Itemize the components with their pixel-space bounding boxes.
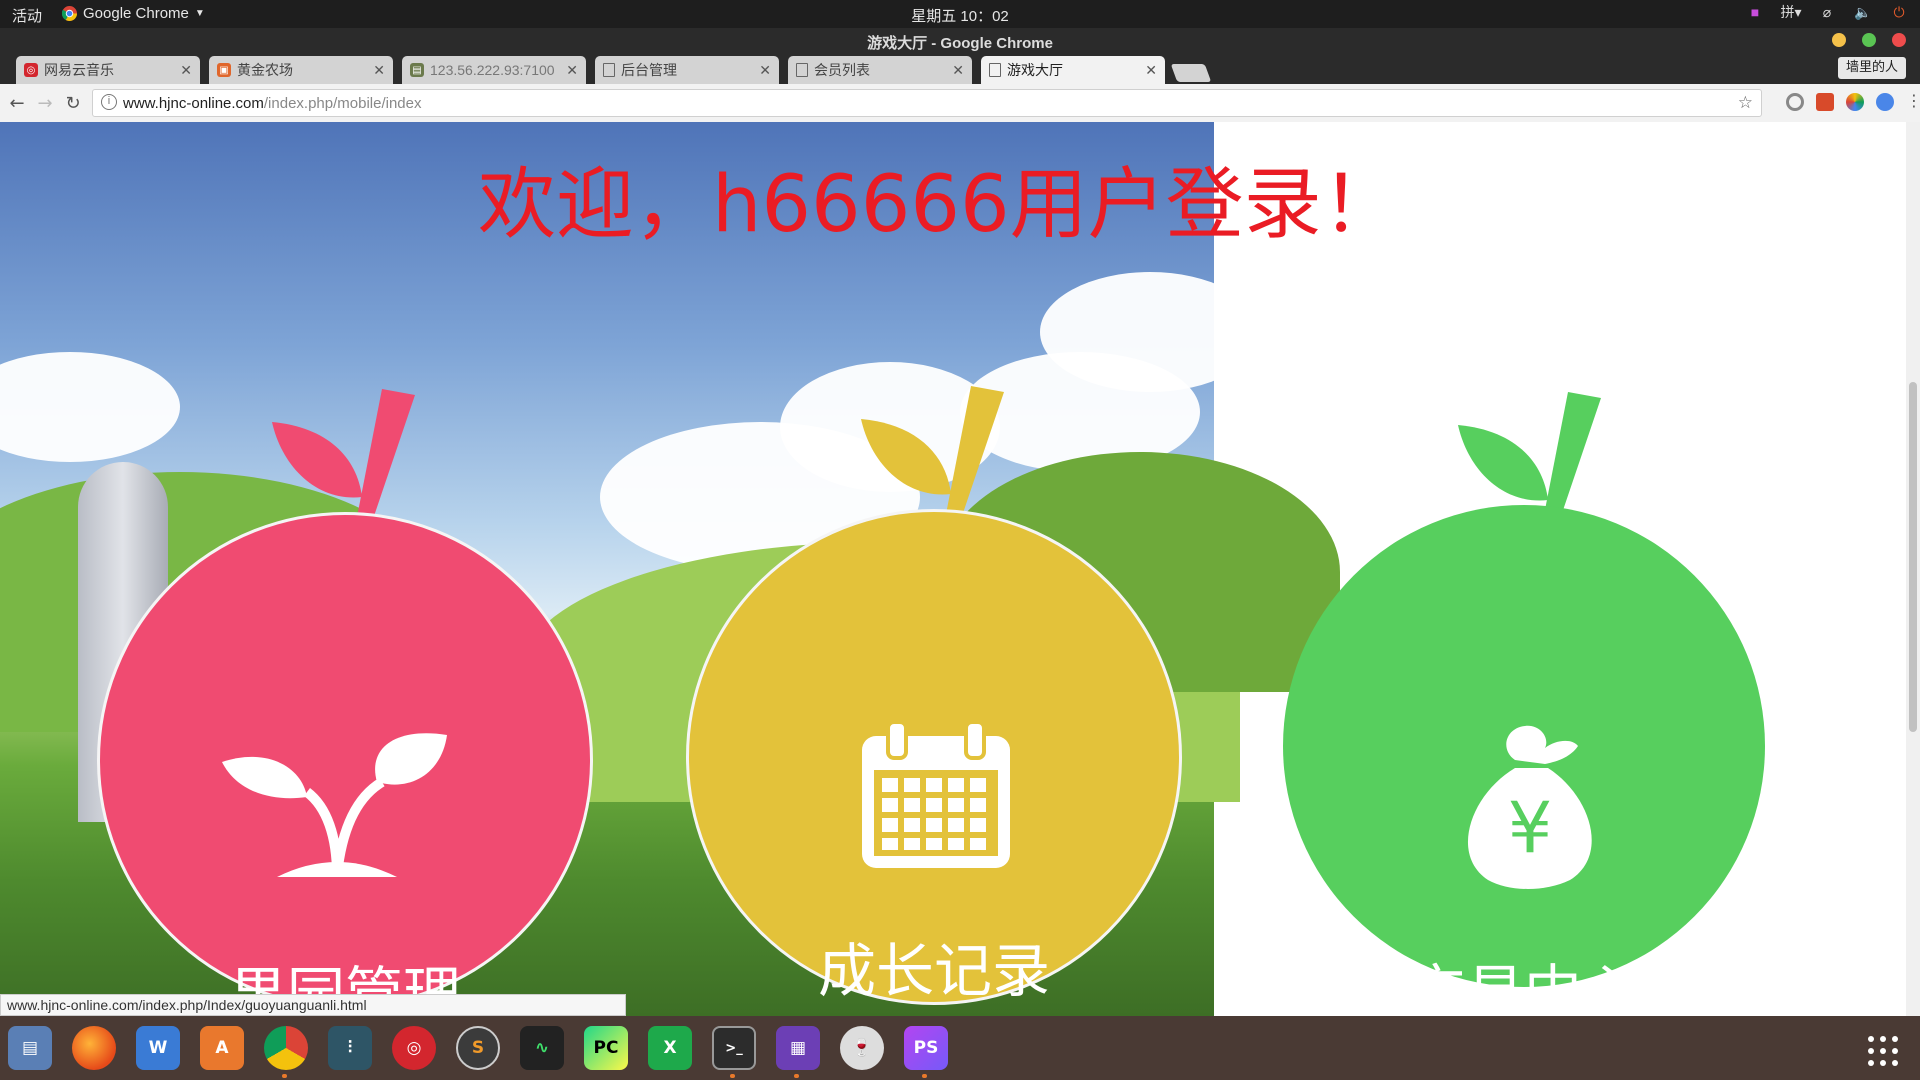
apple-stem-icon [272, 389, 415, 522]
page-scrollbar[interactable] [1906, 122, 1920, 1016]
terminal-icon[interactable]: >_ [712, 1026, 756, 1070]
tab-title: 黄金农场 [237, 62, 293, 78]
running-indicator [282, 1074, 287, 1078]
activities-button[interactable]: 活动 [12, 5, 42, 26]
tab[interactable]: ▤ 123.56.222.93:7100 ✕ [402, 56, 586, 84]
app-name: Google Chrome [83, 5, 189, 22]
close-tab-icon[interactable]: ✕ [759, 62, 771, 79]
input-method-indicator[interactable]: 拼 ▾ [1780, 3, 1801, 21]
caret-down-icon: ▼ [194, 8, 205, 19]
extension-office-icon[interactable] [1816, 93, 1834, 111]
forward-icon[interactable]: → [34, 92, 56, 114]
window-manager-icon[interactable]: ▦ [776, 1026, 820, 1070]
netease-music-icon: ◎ [24, 63, 38, 77]
mixer-icon[interactable]: ⫶ [328, 1026, 372, 1070]
profile-button[interactable]: 墙里的人 [1837, 57, 1906, 79]
url-text: www.hjnc-online.com/index.php/mobile/ind… [123, 95, 422, 112]
browser-toolbar: ← → ↻ i www.hjnc-online.com/index.php/mo… [0, 84, 1920, 123]
reload-icon[interactable]: ↻ [62, 92, 84, 114]
tab-title: 会员列表 [814, 62, 870, 78]
browser-header: 游戏大厅 - Google Chrome 墙里的人 ◎ 网易云音乐 ✕ ▣ 黄金… [0, 28, 1920, 84]
show-applications-icon[interactable] [1868, 1036, 1898, 1066]
page-icon [603, 63, 615, 77]
svg-text:¥: ¥ [1508, 787, 1553, 869]
welcome-heading: 欢迎，h66666用户登录！ [478, 160, 1400, 250]
page-viewport: 欢迎，h66666用户登录！ 果园管理 成长记录 ¥ 交易中心 [0, 122, 1906, 1016]
close-tab-icon[interactable]: ✕ [373, 62, 385, 79]
minimize-button[interactable] [1832, 33, 1846, 47]
close-tab-icon[interactable]: ✕ [952, 62, 964, 79]
tab[interactable]: 后台管理 ✕ [595, 56, 779, 84]
clock[interactable]: 星期五 10：02 [911, 8, 1009, 25]
page-icon [796, 63, 808, 77]
new-tab-button[interactable] [1170, 64, 1212, 82]
pycharm-icon[interactable]: PC [584, 1026, 628, 1070]
tab-strip: ◎ 网易云音乐 ✕ ▣ 黄金农场 ✕ ▤ 123.56.222.93:7100 … [16, 56, 1212, 84]
software-center-icon[interactable]: A [200, 1026, 244, 1070]
menu-icon[interactable]: ⋮ [1906, 93, 1920, 111]
window-controls [1832, 33, 1906, 47]
system-tray: ■ 拼 ▾ ⌀ 🔈 ⏻ [1746, 3, 1908, 21]
phpstorm-icon[interactable]: PS [904, 1026, 948, 1070]
running-indicator [922, 1074, 927, 1078]
power-icon[interactable]: ⏻ [1890, 3, 1908, 21]
tab[interactable]: 会员列表 ✕ [788, 56, 972, 84]
clock-container: 星期五 10：02 [0, 5, 1920, 26]
close-tab-icon[interactable]: ✕ [180, 62, 192, 79]
farm-icon: ▣ [217, 63, 231, 77]
growth-record-button[interactable]: 成长记录 [686, 384, 1182, 1014]
system-monitor-icon[interactable]: ∿ [520, 1026, 564, 1070]
firefox-icon[interactable] [72, 1026, 116, 1070]
chrome-icon[interactable] [264, 1026, 308, 1070]
tab-title: 后台管理 [621, 62, 677, 78]
page-icon [989, 63, 1001, 77]
status-bubble: www.hjnc-online.com/index.php/Index/guoy… [0, 994, 626, 1016]
info-icon[interactable]: i [101, 94, 117, 110]
extension-translate-icon[interactable] [1876, 93, 1894, 111]
sublime-icon[interactable]: S [456, 1026, 500, 1070]
bookmark-star-icon[interactable]: ☆ [1738, 93, 1753, 113]
tab[interactable]: ▣ 黄金农场 ✕ [209, 56, 393, 84]
writer-icon[interactable]: W [136, 1026, 180, 1070]
image-icon: ▤ [410, 63, 424, 77]
network-icon[interactable]: ⌀ [1818, 3, 1836, 21]
extensions-area: ⋮ [1786, 93, 1920, 111]
maximize-button[interactable] [1862, 33, 1876, 47]
chat-icon[interactable]: ■ [1746, 3, 1764, 21]
close-tab-icon[interactable]: ✕ [1145, 62, 1157, 79]
extension-circle-icon[interactable] [1786, 93, 1804, 111]
back-icon[interactable]: ← [6, 92, 28, 114]
calc-icon[interactable]: X [648, 1026, 692, 1070]
system-top-bar: 活动 Google Chrome ▼ 星期五 10：02 ■ 拼 ▾ ⌀ 🔈 ⏻ [0, 0, 1920, 28]
apple-stem-icon [861, 386, 1004, 519]
tab-title: 123.56.222.93:7100 [430, 62, 555, 78]
tab-active[interactable]: 游戏大厅 ✕ [981, 56, 1165, 84]
app-menu[interactable]: Google Chrome ▼ [62, 5, 205, 22]
calendar-icon [862, 722, 1010, 868]
growth-record-label: 成长记录 [817, 937, 1050, 1005]
orchard-management-button[interactable]: 果园管理 [97, 387, 593, 1016]
chrome-icon [62, 6, 77, 21]
netease-music-icon[interactable]: ◎ [392, 1026, 436, 1070]
tab-title: 网易云音乐 [44, 62, 114, 78]
running-indicator [794, 1074, 799, 1078]
volume-icon[interactable]: 🔈 [1854, 3, 1872, 21]
scrollbar-thumb[interactable] [1909, 382, 1917, 732]
tab-title: 游戏大厅 [1007, 62, 1063, 78]
close-button[interactable] [1892, 33, 1906, 47]
address-bar[interactable]: i www.hjnc-online.com/index.php/mobile/i… [92, 89, 1762, 117]
close-tab-icon[interactable]: ✕ [566, 62, 578, 79]
files-icon[interactable]: ▤ [8, 1026, 52, 1070]
extension-color-icon[interactable] [1846, 93, 1864, 111]
sprout-icon [222, 733, 447, 877]
trade-center-label: 交易中心 [1407, 958, 1640, 1016]
running-indicator [730, 1074, 735, 1078]
wine-icon[interactable]: 🍷 [840, 1026, 884, 1070]
tab[interactable]: ◎ 网易云音乐 ✕ [16, 56, 200, 84]
dock: ▤ W A ⫶ ◎ S ∿ PC X >_ ▦ 🍷 PS [0, 1016, 1920, 1080]
money-bag-icon: ¥ [1467, 725, 1592, 889]
window-title: 游戏大厅 - Google Chrome [867, 35, 1053, 52]
trade-center-button[interactable]: ¥ 交易中心 [1283, 390, 1765, 1016]
